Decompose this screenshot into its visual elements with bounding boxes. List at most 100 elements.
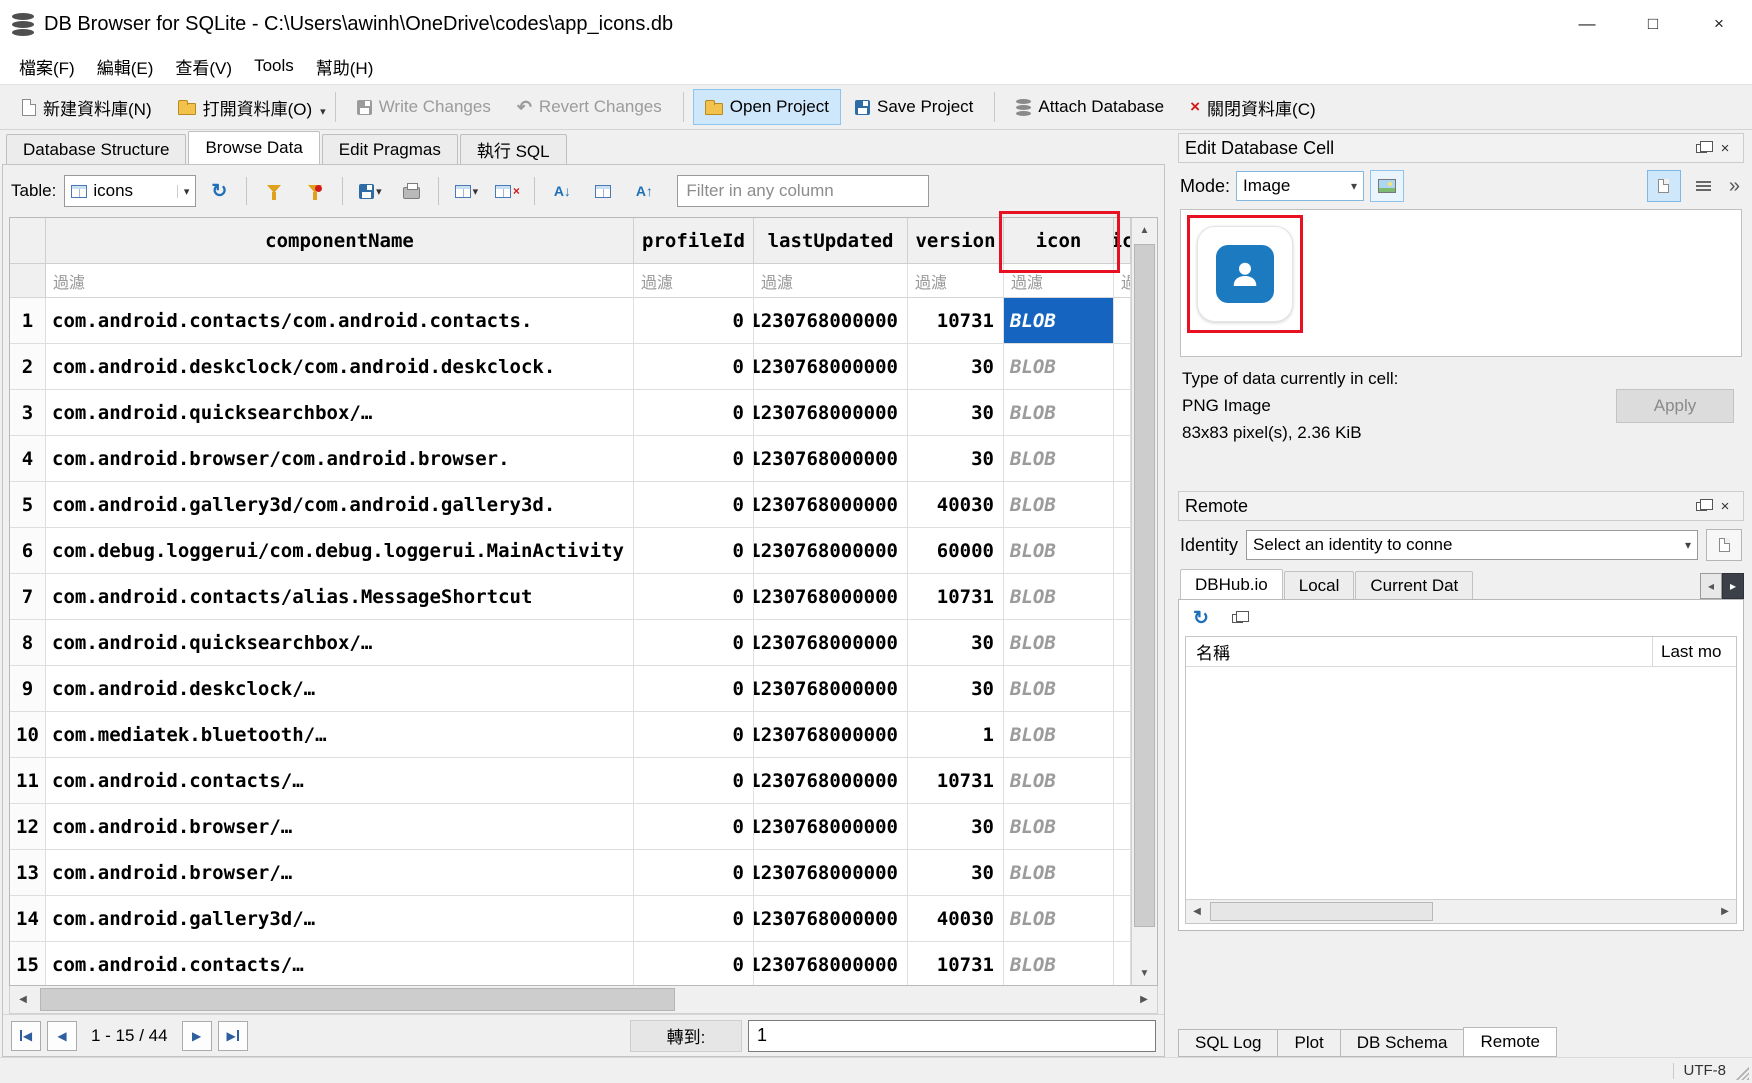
remote-scroll-track[interactable] <box>1208 900 1714 923</box>
close-panel-icon[interactable]: × <box>1713 495 1737 517</box>
cell-version[interactable]: 30 <box>908 804 1004 850</box>
cell-last-updated[interactable]: 1230768000000 <box>754 574 908 620</box>
remote-clone-button[interactable] <box>1221 603 1253 633</box>
vertical-scrollbar[interactable]: ▲ ▼ <box>1131 218 1157 985</box>
cell-profile-id[interactable]: 0 <box>634 436 754 482</box>
menu-item[interactable]: 幫助(H) <box>305 48 385 84</box>
import-image-button[interactable] <box>1370 170 1404 202</box>
cell-version[interactable]: 40030 <box>908 896 1004 942</box>
cell-last-updated[interactable]: 1230768000000 <box>754 298 908 344</box>
float-panel-icon[interactable] <box>1689 495 1713 517</box>
cell-version[interactable]: 10731 <box>908 574 1004 620</box>
menu-item[interactable]: 檔案(F) <box>8 48 86 84</box>
word-wrap-button[interactable] <box>1687 170 1721 202</box>
cell-version[interactable]: 60000 <box>908 528 1004 574</box>
cell-last-updated[interactable]: 1230768000000 <box>754 436 908 482</box>
cell-last-updated[interactable]: 1230768000000 <box>754 896 908 942</box>
table-row[interactable]: 4 com.android.browser/com.android.browse… <box>10 436 1131 482</box>
table-row[interactable]: 12 com.android.browser/… 0 1230768000000… <box>10 804 1131 850</box>
cell-component-name[interactable]: com.debug.loggerui/com.debug.loggerui.Ma… <box>46 528 634 574</box>
cell-profile-id[interactable]: 0 <box>634 896 754 942</box>
remote-tab[interactable]: DBHub.io <box>1180 569 1283 599</box>
previous-page-button[interactable]: ◀ <box>47 1021 77 1051</box>
cell-component-name[interactable]: com.android.deskclock/… <box>46 666 634 712</box>
identity-select[interactable]: Select an identity to conne ▾ <box>1246 530 1698 560</box>
delete-record-button[interactable]: × <box>489 174 525 208</box>
column-header-last-modified[interactable]: Last mo <box>1652 637 1736 666</box>
save-project-button[interactable]: Save Project <box>843 89 985 125</box>
cell-component-name[interactable]: com.android.contacts/… <box>46 942 634 985</box>
cell-last-updated[interactable]: 1230768000000 <box>754 666 908 712</box>
remote-tab[interactable]: Local <box>1284 571 1355 599</box>
cell-profile-id[interactable]: 0 <box>634 804 754 850</box>
cell-icon[interactable]: BLOB <box>1004 436 1114 482</box>
open-database-button[interactable]: 打開資料庫(O) <box>166 89 325 125</box>
text-view-button[interactable] <box>1647 170 1681 202</box>
close-database-button[interactable]: × 關閉資料庫(C) <box>1178 89 1328 125</box>
cell-last-updated[interactable]: 1230768000000 <box>754 712 908 758</box>
sort-descending-button[interactable]: A↑ <box>626 174 662 208</box>
cell-icon[interactable]: BLOB <box>1004 574 1114 620</box>
cell-icon[interactable]: BLOB <box>1004 344 1114 390</box>
column-header-componentname[interactable]: componentName <box>46 218 634 264</box>
save-results-button[interactable]: ▾ <box>352 174 388 208</box>
print-button[interactable] <box>393 174 429 208</box>
table-row[interactable]: 7 com.android.contacts/alias.MessageShor… <box>10 574 1131 620</box>
table-row[interactable]: 14 com.android.gallery3d/… 0 12307680000… <box>10 896 1131 942</box>
cell-profile-id[interactable]: 0 <box>634 758 754 804</box>
table-row[interactable]: 1 com.android.contacts/com.android.conta… <box>10 298 1131 344</box>
encoding-label[interactable]: UTF-8 <box>1684 1062 1727 1079</box>
cell-icon[interactable]: BLOB <box>1004 482 1114 528</box>
cell-component-name[interactable]: com.android.browser/… <box>46 850 634 896</box>
cell-version[interactable]: 10731 <box>908 942 1004 985</box>
tab-edit-pragmas[interactable]: Edit Pragmas <box>322 134 458 164</box>
table-row[interactable]: 8 com.android.quicksearchbox/… 0 1230768… <box>10 620 1131 666</box>
minimize-button[interactable]: — <box>1554 0 1620 48</box>
table-row[interactable]: 6 com.debug.loggerui/com.debug.loggerui.… <box>10 528 1131 574</box>
cell-version[interactable]: 30 <box>908 620 1004 666</box>
cell-component-name[interactable]: com.android.deskclock/com.android.deskcl… <box>46 344 634 390</box>
dock-tab[interactable]: Plot <box>1277 1029 1340 1057</box>
filter-input-profileid[interactable]: 過濾 <box>634 264 754 298</box>
cell-version[interactable]: 10731 <box>908 758 1004 804</box>
float-panel-icon[interactable] <box>1689 137 1713 159</box>
last-page-button[interactable]: ▶ <box>218 1021 248 1051</box>
next-page-button[interactable]: ▶ <box>182 1021 212 1051</box>
cell-component-name[interactable]: com.android.contacts/alias.MessageShortc… <box>46 574 634 620</box>
cell-profile-id[interactable]: 0 <box>634 298 754 344</box>
cell-profile-id[interactable]: 0 <box>634 390 754 436</box>
scroll-left-icon[interactable]: ◀ <box>1186 900 1208 923</box>
clear-filter-button[interactable] <box>297 174 333 208</box>
horizontal-scroll-thumb[interactable] <box>40 988 675 1011</box>
close-panel-icon[interactable]: × <box>1713 137 1737 159</box>
cell-profile-id[interactable]: 0 <box>634 574 754 620</box>
cell-last-updated[interactable]: 1230768000000 <box>754 344 908 390</box>
cell-component-name[interactable]: com.android.gallery3d/com.android.galler… <box>46 482 634 528</box>
cell-version[interactable]: 1 <box>908 712 1004 758</box>
remote-horizontal-scrollbar[interactable]: ◀ ▶ <box>1186 899 1736 923</box>
open-project-button[interactable]: Open Project <box>693 89 841 125</box>
filter-input-lastupdated[interactable]: 過濾 <box>754 264 908 298</box>
cell-icon[interactable]: BLOB <box>1004 850 1114 896</box>
write-changes-button[interactable]: Write Changes <box>345 89 503 125</box>
cell-icon[interactable]: BLOB <box>1004 896 1114 942</box>
close-button[interactable]: × <box>1686 0 1752 48</box>
cell-profile-id[interactable]: 0 <box>634 942 754 985</box>
cell-component-name[interactable]: com.android.contacts/com.android.contact… <box>46 298 634 344</box>
remote-tab[interactable]: Current Dat <box>1355 571 1473 599</box>
cell-last-updated[interactable]: 1230768000000 <box>754 620 908 666</box>
cell-version[interactable]: 30 <box>908 666 1004 712</box>
dock-tab[interactable]: DB Schema <box>1340 1029 1465 1057</box>
cell-component-name[interactable]: com.android.quicksearchbox/… <box>46 390 634 436</box>
mode-select[interactable]: Image ▾ <box>1236 171 1364 201</box>
scroll-down-icon[interactable]: ▼ <box>1132 961 1157 985</box>
tab-database-structure[interactable]: Database Structure <box>6 134 186 164</box>
table-row[interactable]: 11 com.android.contacts/… 0 123076800000… <box>10 758 1131 804</box>
table-row[interactable]: 3 com.android.quicksearchbox/… 0 1230768… <box>10 390 1131 436</box>
cell-version[interactable]: 10731 <box>908 298 1004 344</box>
cell-last-updated[interactable]: 1230768000000 <box>754 390 908 436</box>
cell-last-updated[interactable]: 1230768000000 <box>754 942 908 985</box>
identity-import-button[interactable] <box>1706 529 1742 561</box>
column-header-profileid[interactable]: profileId <box>634 218 754 264</box>
new-record-button[interactable]: ▾ <box>448 174 484 208</box>
